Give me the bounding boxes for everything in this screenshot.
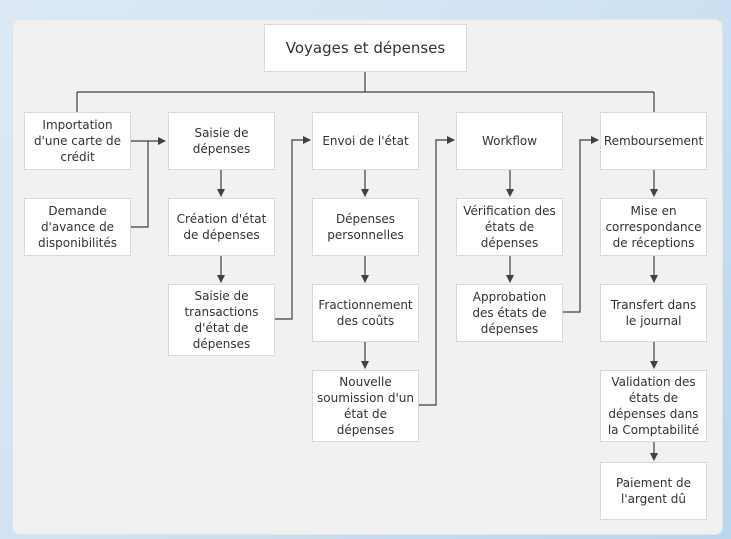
node-reimbursement: Remboursement [600,112,707,170]
node-workflow: Workflow [456,112,563,170]
diagram-panel [12,19,723,535]
node-expense-entry: Saisie de dépenses [168,112,275,170]
node-receipt-matching: Mise en correspondance de réceptions [600,198,707,256]
node-payment-due: Paiement de l'argent dû [600,462,707,520]
node-report-submission: Envoi de l'état [312,112,419,170]
node-report-resubmission: Nouvelle soumission d'un état de dépense… [312,370,419,442]
diagram-title: Voyages et dépenses [264,24,467,72]
node-report-approval: Approbation des états de dépenses [456,284,563,342]
node-cash-advance-request: Demande d'avance de disponibilités [24,198,131,256]
node-expense-report-creation: Création d'état de dépenses [168,198,275,256]
node-credit-card-import: Importation d'une carte de crédit [24,112,131,170]
node-personal-expenses: Dépenses personnelles [312,198,419,256]
node-expense-transactions-entry: Saisie de transactions d'état de dépense… [168,284,275,356]
node-ledger-posting: Validation des états de dépenses dans la… [600,370,707,442]
node-journal-transfer: Transfert dans le journal [600,284,707,342]
node-report-verification: Vérification des états de dépenses [456,198,563,256]
node-cost-splitting: Fractionnement des coûts [312,284,419,342]
